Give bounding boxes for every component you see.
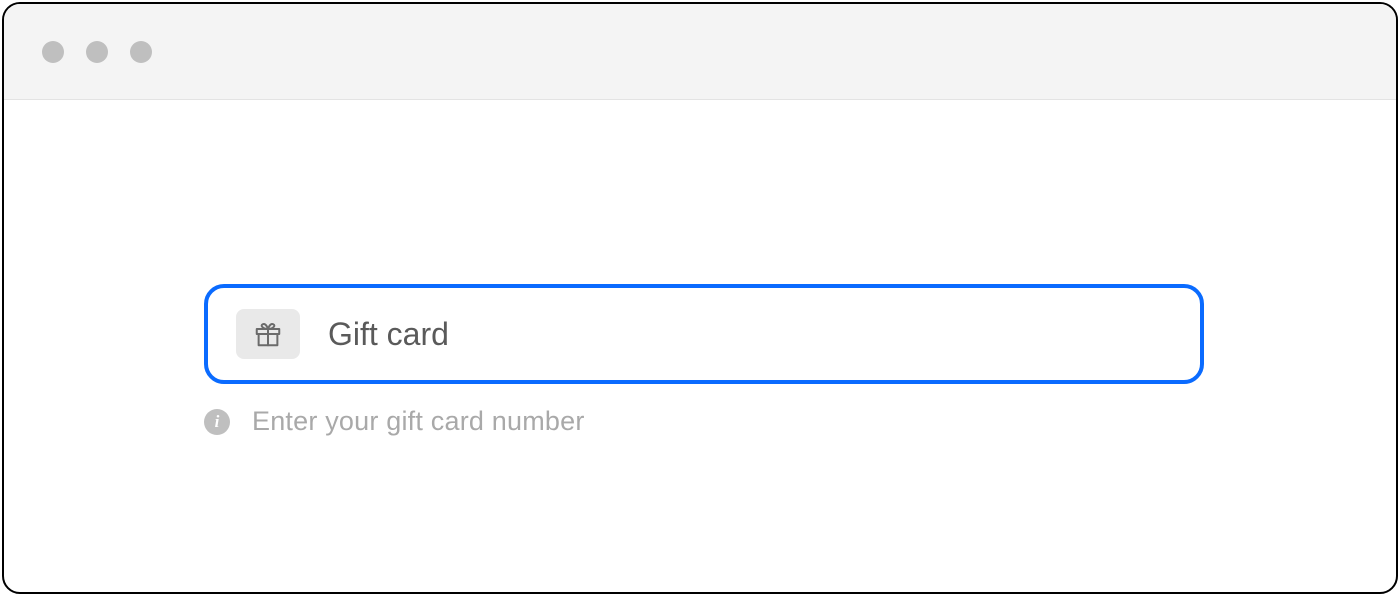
info-icon-glyph: i bbox=[215, 413, 220, 430]
content-area: i Enter your gift card number bbox=[4, 100, 1396, 592]
gift-icon bbox=[253, 319, 283, 349]
helper-text: Enter your gift card number bbox=[252, 406, 585, 437]
gift-card-input[interactable] bbox=[300, 288, 1200, 380]
window-minimize-button[interactable] bbox=[86, 41, 108, 63]
gift-card-input-wrapper[interactable] bbox=[204, 284, 1204, 384]
window-maximize-button[interactable] bbox=[130, 41, 152, 63]
app-window: i Enter your gift card number bbox=[2, 2, 1398, 594]
helper-row: i Enter your gift card number bbox=[204, 406, 585, 437]
window-close-button[interactable] bbox=[42, 41, 64, 63]
info-icon: i bbox=[204, 409, 230, 435]
gift-card-icon-chip bbox=[236, 309, 300, 359]
window-titlebar bbox=[4, 4, 1396, 100]
